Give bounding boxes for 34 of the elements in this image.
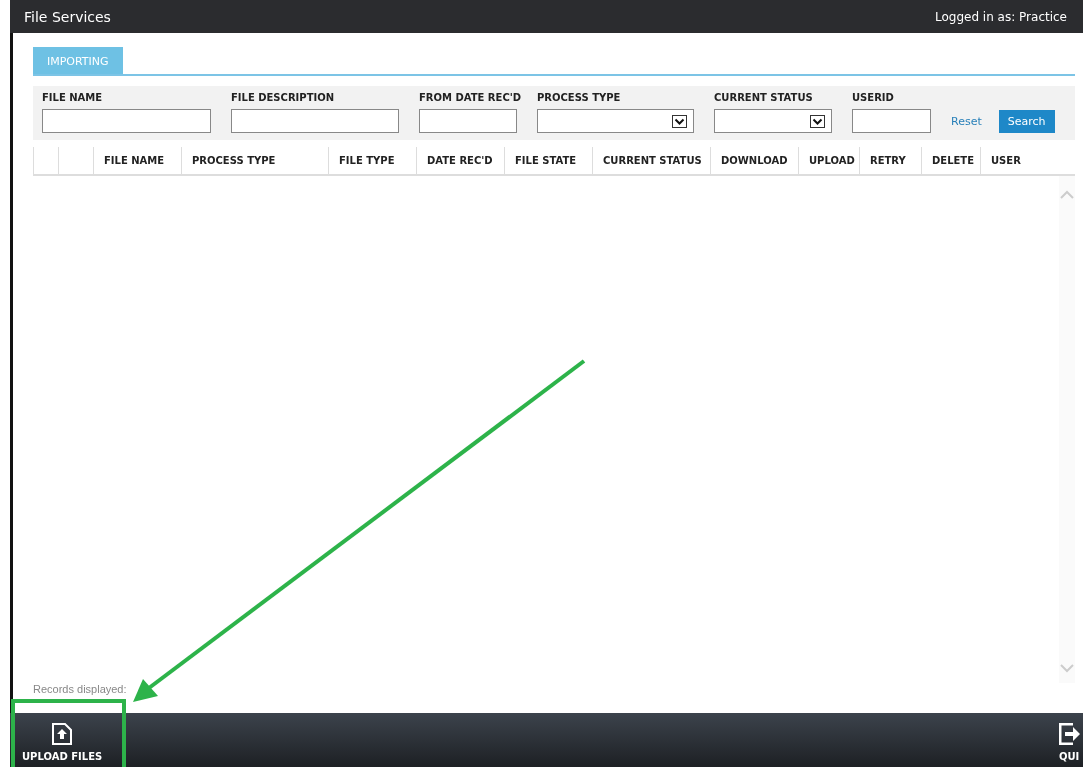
column-header: DOWNLOAD xyxy=(710,147,798,174)
field-label: USERID xyxy=(852,92,895,103)
column-header: UPLOAD xyxy=(798,147,859,174)
column-header: FILE STATE xyxy=(504,147,592,174)
login-status: Logged in as: Practice xyxy=(935,9,1067,24)
input-field[interactable] xyxy=(852,109,931,133)
dropdown-field[interactable] xyxy=(537,109,694,133)
column-header: FILE TYPE xyxy=(328,147,416,174)
input-field[interactable] xyxy=(231,109,399,133)
window-title: File Services xyxy=(24,8,111,25)
field-label: FILE DESCRIPTION xyxy=(231,92,336,103)
toolbar-button[interactable]: QUI xyxy=(1059,713,1083,767)
input-field[interactable] xyxy=(42,109,211,133)
records-count: Records displayed: xyxy=(33,683,127,697)
field-label: CURRENT STATUS xyxy=(714,92,814,103)
caret-icon xyxy=(810,114,825,128)
upload-file-icon xyxy=(52,723,73,745)
caret-icon xyxy=(672,114,687,128)
column-header: DATE REC'D xyxy=(416,147,504,174)
reset-link[interactable]: Reset xyxy=(951,115,982,128)
column-header: USER xyxy=(980,147,1058,174)
column-header: DELETE xyxy=(921,147,980,174)
input-field[interactable] xyxy=(419,109,517,133)
column-header: PROCESS TYPE xyxy=(181,147,328,174)
exit-icon xyxy=(1059,723,1081,745)
column-header: CURRENT STATUS xyxy=(592,147,710,174)
search-button[interactable]: Search xyxy=(998,110,1055,133)
field-label: FILE NAME xyxy=(42,92,104,103)
toolbar-button[interactable]: UPLOAD FILES xyxy=(10,713,115,767)
field-label: PROCESS TYPE xyxy=(537,92,622,103)
column-header: FILE NAME xyxy=(93,147,181,174)
tab[interactable]: IMPORTING xyxy=(33,47,123,74)
column-header: RETRY xyxy=(859,147,921,174)
dropdown-field[interactable] xyxy=(714,109,832,133)
